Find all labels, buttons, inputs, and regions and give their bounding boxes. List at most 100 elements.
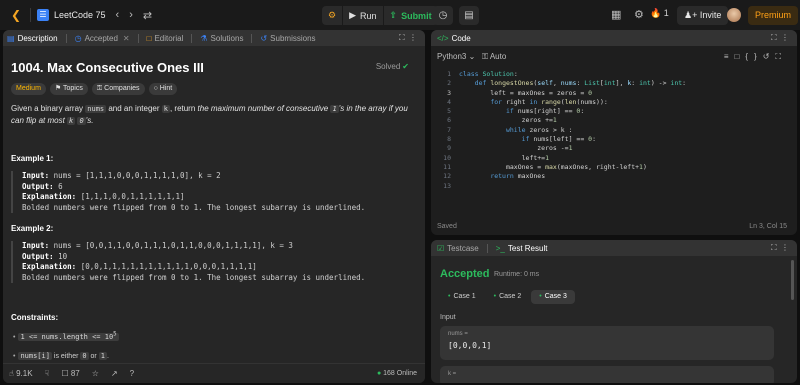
line-number: 13 [443, 181, 451, 190]
maximize-icon[interactable]: ⛶ [399, 33, 405, 42]
bullet-icon: • [13, 353, 16, 361]
companies-tag[interactable]: ⚿ Companies [91, 83, 145, 95]
invite-button[interactable]: ♟+ Invite [677, 6, 729, 25]
divider [30, 8, 31, 22]
tab-description[interactable]: ▤ Description [7, 34, 58, 43]
tab-testcase[interactable]: ☑ Testcase [437, 244, 479, 253]
code-tabs: </> Code [431, 30, 797, 46]
star-icon: ☆ [91, 369, 99, 378]
var-name: nums = [448, 331, 468, 337]
fire-icon: 🔥 [650, 8, 662, 18]
study-plan-title[interactable]: LeetCode 75 [54, 10, 106, 20]
inline-code: nums[i] [18, 352, 52, 361]
comment-count: 87 [70, 369, 80, 378]
output-label: Output: [22, 251, 54, 261]
run-toolbar: ⚙ ▶ Run ⇪ Submit [322, 6, 439, 25]
tab-code[interactable]: Code [452, 34, 471, 43]
case-3-tab[interactable]: • Case 3 [531, 290, 575, 304]
inline-code: 0 [77, 117, 86, 125]
scrollbar[interactable] [791, 260, 794, 300]
more-icon[interactable]: ⋮ [409, 33, 417, 42]
flask-icon: ⚗ [200, 33, 208, 43]
more-icon[interactable]: ⋮ [781, 243, 789, 252]
maximize-icon[interactable]: ⛶ [771, 243, 777, 252]
language-selector[interactable]: Python3 ⌄ ⚿ Auto [437, 52, 506, 62]
like-button[interactable]: ☝ 9.1K [9, 369, 33, 378]
line-number: 2 [447, 79, 451, 88]
history-icon: ↺ [260, 33, 268, 43]
close-icon[interactable]: ✕ [123, 34, 130, 43]
note-icon[interactable]: ▤ [459, 6, 479, 25]
share-icon: ↗ [110, 369, 118, 378]
debug-button[interactable]: ⚙ [322, 6, 343, 25]
case-1-tab[interactable]: • Case 1 [440, 290, 484, 304]
line-number: 1 [447, 70, 451, 78]
example-explanation: [1,1,1,0,0,1,1,1,1,1,1] [80, 192, 185, 201]
constraint-item: • 1 <= nums.length <= 105 [13, 326, 119, 347]
run-button[interactable]: ▶ Run [343, 6, 383, 25]
more-icon[interactable]: ⋮ [781, 33, 789, 42]
alarm-clock-icon[interactable]: ◷ [433, 6, 453, 25]
example-line: Explanation: [1,1,1,0,0,1,1,1,1,1,1] [22, 192, 421, 203]
next-problem-icon[interactable]: › [129, 9, 133, 21]
topics-label: Topics [63, 85, 83, 92]
example-explanation: [0,0,1,1,1,1,1,1,1,1,1,1,0,0,0,1,1,1,1] [80, 262, 257, 271]
output-label: Output: [22, 181, 54, 191]
prev-problem-icon[interactable]: ‹ [116, 9, 120, 21]
case-tabs: • Case 1 • Case 2 • Case 3 [440, 290, 577, 304]
favorite-button[interactable]: ☆ [92, 369, 99, 378]
maximize-icon[interactable]: ⛶ [771, 33, 777, 42]
line-number: 11 [443, 162, 451, 171]
invite-label: Invite [699, 10, 722, 20]
problem-title[interactable]: 1004. Max Consecutive Ones III [11, 60, 204, 75]
settings-icon[interactable]: ⚙ [634, 8, 644, 21]
online-dot-icon: ● [376, 370, 382, 377]
help-button[interactable]: ? [130, 369, 134, 378]
line-number: 9 [447, 144, 451, 153]
tab-editorial[interactable]: □ Editorial [147, 34, 184, 43]
explanation-label: Explanation: [22, 262, 77, 271]
case-2-tab[interactable]: • Case 2 [486, 290, 530, 304]
tab-submissions[interactable]: ↺ Submissions [260, 34, 315, 43]
tab-label: Test Result [507, 243, 548, 253]
avatar[interactable] [727, 8, 741, 22]
input-nums-box: nums = [0,0,0,1] [440, 326, 774, 360]
share-button[interactable]: ↗ [111, 369, 118, 378]
comments-button[interactable]: ☐ 87 [61, 369, 79, 378]
tag-icon: ⚑ [54, 85, 62, 92]
lightbulb-icon: ○ [153, 85, 158, 92]
reset-icon[interactable]: ↺ [763, 52, 776, 61]
thumbs-up-icon: ☝ [9, 369, 14, 378]
like-count: 9.1K [16, 369, 33, 378]
input-label: Input: [22, 171, 50, 180]
code-panel: </> Code ⛶ ⋮ Python3 ⌄ ⚿ Auto ≡□{}↺⛶ 1 2 … [431, 30, 797, 235]
topics-tag[interactable]: ⚑ Topics [49, 83, 88, 95]
description-footer: ☝ 9.1K ☟ ☐ 87 ☆ ↗ ? ● 168 Online [3, 363, 425, 383]
layout-icon[interactable]: ▦ [611, 8, 621, 21]
line-number: 4 [447, 97, 451, 106]
fullscreen-icon[interactable]: ⛶ [775, 52, 787, 61]
code-editor[interactable]: class Solution: def longestOnes(self, nu… [459, 70, 789, 182]
submit-button[interactable]: ⇪ Submit [383, 6, 438, 25]
tab-solutions[interactable]: ⚗ Solutions [200, 34, 243, 43]
bookmark-icon[interactable]: □ [735, 52, 746, 61]
example-note: Bolded numbers were flipped from 0 to 1.… [22, 202, 366, 212]
online-label: 168 Online [383, 370, 417, 377]
panel-controls: ⛶ ⋮ [399, 33, 417, 43]
shuffle-icon[interactable]: ⇄ [143, 9, 152, 22]
dislike-button[interactable]: ☟ [45, 369, 50, 378]
list-icon[interactable]: ≡ [724, 52, 735, 61]
problem-description: Given a binary array nums and an integer… [11, 103, 416, 127]
tab-accepted[interactable]: ◷ Accepted ✕ [75, 34, 130, 43]
streak-counter[interactable]: 🔥 1 [650, 8, 669, 19]
hint-tag[interactable]: ○ Hint [148, 83, 178, 95]
example-line: Output: 10 [22, 252, 421, 263]
question-icon: ? [129, 369, 135, 378]
leetcode-logo-icon[interactable]: ❮ [8, 7, 24, 23]
premium-button[interactable]: Premium [748, 6, 799, 25]
braces-icon[interactable]: {} [745, 52, 762, 61]
tab-test-result[interactable]: >_ Test Result [496, 244, 548, 253]
constraint-text: 1 <= nums.length <= 10 [20, 333, 114, 342]
tab-label: Accepted [84, 33, 118, 43]
upload-icon: ⇪ [389, 10, 398, 20]
